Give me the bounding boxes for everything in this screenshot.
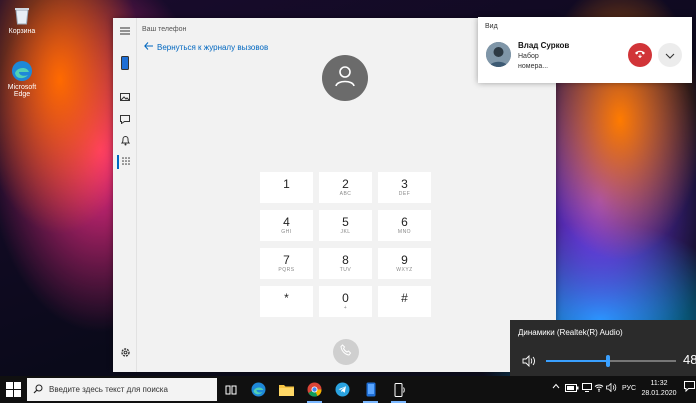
dialpad-key[interactable]: 9 WXYZ (378, 248, 431, 279)
dialpad-key-digit: # (401, 291, 408, 305)
app-title: Ваш телефон (142, 26, 187, 33)
app-sidebar (113, 18, 137, 372)
phone-icon (340, 343, 352, 361)
contact-avatar (322, 55, 368, 101)
dialpad-key[interactable]: 2 ABC (319, 172, 372, 203)
dialpad-key-digit: * (284, 291, 289, 305)
dialpad-key-letters: JKL (340, 229, 351, 235)
speaker-icon[interactable] (522, 354, 536, 372)
back-to-call-log-link[interactable]: Вернуться к журналу вызовов (144, 42, 268, 52)
dialpad-key[interactable]: 4 GHI (260, 210, 313, 241)
person-icon (335, 65, 355, 92)
back-link-label: Вернуться к журналу вызовов (157, 42, 269, 52)
desktop-icon-label: Microsoft Edge (7, 84, 37, 98)
dialpad-key-digit: 2 (342, 177, 349, 191)
dialpad-icon[interactable] (117, 155, 133, 169)
volume-flyout: Динамики (Realtek(R) Audio) 48 (510, 320, 696, 376)
dialpad-key[interactable]: 5 JKL (319, 210, 372, 241)
volume-level: 48 (683, 352, 696, 367)
chevron-down-icon (665, 46, 675, 64)
caller-avatar (486, 42, 511, 67)
volume-slider[interactable] (546, 355, 676, 367)
phone-call-taskbar-icon[interactable] (390, 381, 407, 403)
dialpad-key-letters: GHI (281, 229, 292, 235)
network-icon[interactable] (582, 383, 592, 394)
settings-gear-icon[interactable] (117, 345, 133, 359)
hang-up-button[interactable] (628, 43, 652, 67)
desktop-icon-recycle-bin[interactable]: Корзина (2, 4, 42, 35)
dialpad-key-digit: 4 (283, 215, 290, 229)
dialpad-key-letters: PQRS (278, 267, 295, 273)
task-view-icon[interactable] (222, 381, 239, 398)
dialpad-key[interactable]: 8 TUV (319, 248, 372, 279)
dialpad-key-letters: MNO (397, 229, 412, 235)
desktop-icon-label: Корзина (8, 28, 36, 35)
hang-up-icon (634, 46, 646, 64)
phone-device-icon[interactable] (117, 56, 133, 70)
wifi-icon[interactable] (594, 383, 604, 394)
dialpad-key-letters: DEF (398, 191, 411, 197)
dialpad-key-digit: 7 (283, 253, 290, 267)
dialpad-key-letters: TUV (339, 267, 352, 273)
volume-slider-fill (546, 360, 608, 362)
dialpad-key[interactable]: # (378, 286, 431, 317)
windows-start-icon[interactable] (6, 382, 21, 397)
dialpad-key[interactable]: 7 PQRS (260, 248, 313, 279)
your-phone-taskbar-icon[interactable] (362, 381, 379, 403)
search-icon (33, 381, 43, 399)
volume-tray-icon[interactable] (606, 382, 617, 394)
dialpad-key-digit: 6 (401, 215, 408, 229)
call-status: Набор (518, 53, 539, 60)
dialpad-key-digit: 8 (342, 253, 349, 267)
audio-device-name[interactable]: Динамики (Realtek(R) Audio) (518, 328, 623, 337)
arrow-left-icon (144, 42, 153, 52)
call-button[interactable] (333, 339, 359, 365)
dialpad-key-digit: 9 (401, 253, 408, 267)
taskbar-search-box[interactable]: Введите здесь текст для поиска (27, 378, 217, 401)
dialpad-key[interactable]: 6 MNO (378, 210, 431, 241)
notifications-icon[interactable] (117, 134, 133, 148)
battery-icon[interactable] (565, 384, 579, 394)
dialpad-key-letters: + (343, 305, 348, 311)
clock-time: 11:32 (650, 380, 668, 387)
taskbar: Введите здесь текст для поиска РУС 11:32… (0, 376, 696, 403)
expand-notification-button[interactable] (658, 43, 682, 67)
clock-date: 28.01.2020 (641, 390, 677, 397)
dialpad-key-digit: 0 (342, 291, 349, 305)
desktop-icon-edge[interactable]: Microsoft Edge (2, 60, 42, 98)
call-status-continued: номера... (518, 63, 549, 70)
volume-slider-thumb[interactable] (606, 355, 610, 367)
recycle-bin-icon (11, 4, 33, 26)
dialpad-key-digit: 5 (342, 215, 349, 229)
clock[interactable]: 11:32 28.01.2020 (640, 379, 678, 399)
dialpad-key[interactable]: 0 + (319, 286, 372, 317)
chevron-up-icon[interactable] (552, 383, 560, 391)
photos-icon[interactable] (117, 90, 133, 104)
chrome-icon[interactable] (306, 381, 323, 403)
messages-icon[interactable] (117, 112, 133, 126)
edge-taskbar-icon[interactable] (250, 381, 267, 398)
dialpad-key-letters: WXYZ (396, 267, 413, 273)
dialpad-key[interactable]: 3 DEF (378, 172, 431, 203)
notification-app-name: Вид (485, 23, 498, 30)
file-explorer-icon[interactable] (278, 381, 295, 398)
dialpad-key-digit: 3 (401, 177, 408, 191)
call-notification: Вид Влад Сурков Набор номера... (478, 17, 692, 83)
dialpad-key[interactable]: 1 (260, 172, 313, 203)
dialpad-key-letters: ABC (339, 191, 352, 197)
telegram-icon[interactable] (334, 381, 351, 398)
caller-name: Влад Сурков (518, 41, 570, 50)
edge-icon (11, 60, 33, 82)
hamburger-menu-icon[interactable] (117, 24, 133, 38)
input-language[interactable]: РУС (622, 385, 636, 392)
dialpad-key-digit: 1 (283, 177, 290, 191)
dialpad-key[interactable]: * (260, 286, 313, 317)
search-placeholder: Введите здесь текст для поиска (49, 385, 168, 394)
action-center-icon[interactable] (684, 381, 695, 394)
